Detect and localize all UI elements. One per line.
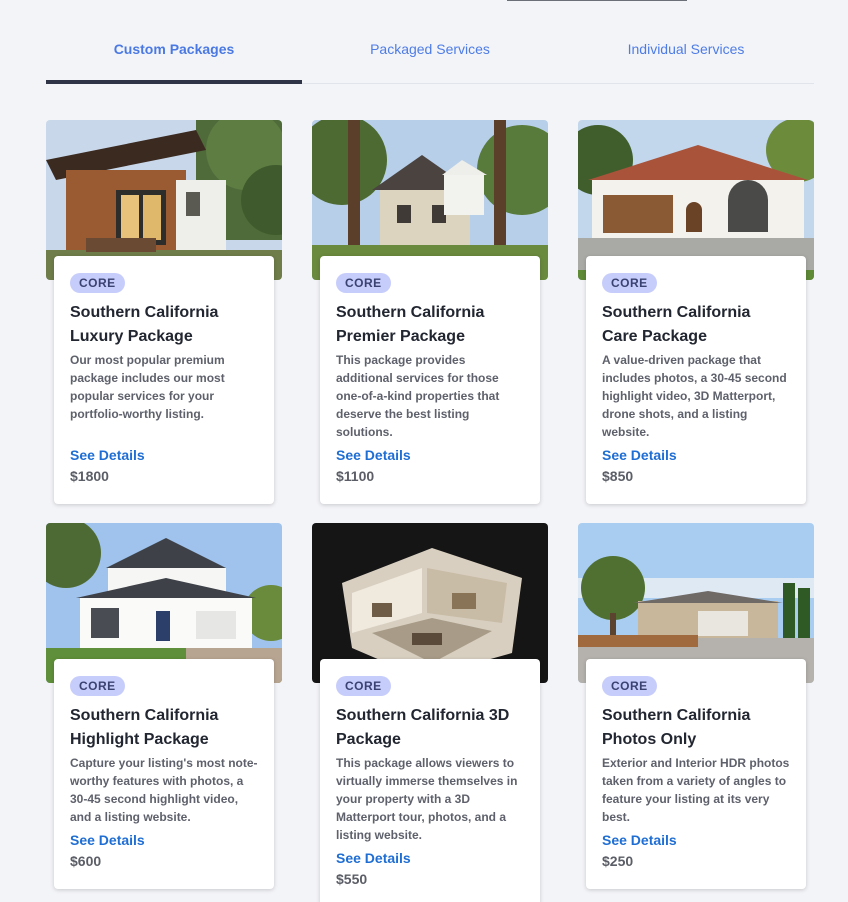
package-title: Southern California 3D Package	[336, 707, 510, 748]
package-info-panel: CORE Southern California Premier Package…	[320, 256, 540, 504]
package-title: Southern California Luxury Package	[70, 304, 219, 345]
package-info-panel: CORE Southern California 3D Package This…	[320, 659, 540, 902]
core-badge: CORE	[336, 676, 391, 696]
see-details-link[interactable]: See Details	[336, 848, 411, 868]
package-price: $550	[336, 871, 368, 887]
package-description: Capture your listing's most note-worthy …	[70, 756, 258, 824]
package-description: A value-driven package that includes pho…	[602, 353, 787, 439]
tab-custom-packages[interactable]: Custom Packages	[46, 28, 302, 84]
package-info-panel: CORE Southern California Photos Only Ext…	[586, 659, 806, 889]
package-title: Southern California Premier Package	[336, 304, 485, 345]
package-description: Exterior and Interior HDR photos taken f…	[602, 756, 790, 824]
core-badge: CORE	[602, 676, 657, 696]
package-title: Southern California Care Package	[602, 304, 751, 345]
see-details-link[interactable]: See Details	[70, 830, 145, 850]
see-details-link[interactable]: See Details	[336, 445, 411, 465]
package-description: This package allows viewers to virtually…	[336, 756, 518, 842]
package-title: Southern California Highlight Package	[70, 707, 219, 748]
package-price: $850	[602, 468, 634, 484]
package-info-panel: CORE Southern California Highlight Packa…	[54, 659, 274, 889]
package-price: $250	[602, 853, 634, 869]
package-description: This package provides additional service…	[336, 353, 500, 439]
package-info-panel: CORE Southern California Luxury Package …	[54, 256, 274, 504]
tab-packaged-services[interactable]: Packaged Services	[302, 28, 558, 83]
core-badge: CORE	[602, 273, 657, 293]
package-tabs: Custom Packages Packaged Services Indivi…	[46, 28, 814, 84]
see-details-link[interactable]: See Details	[70, 445, 145, 465]
core-badge: CORE	[70, 676, 125, 696]
see-details-link[interactable]: See Details	[602, 445, 677, 465]
see-details-link[interactable]: See Details	[602, 830, 677, 850]
top-divider	[507, 0, 687, 1]
core-badge: CORE	[70, 273, 125, 293]
core-badge: CORE	[336, 273, 391, 293]
package-info-panel: CORE Southern California Care Package A …	[586, 256, 806, 504]
package-description: Our most popular premium package include…	[70, 353, 225, 421]
package-price: $1800	[70, 468, 109, 484]
package-title: Southern California Photos Only	[602, 707, 751, 748]
package-price: $1100	[336, 468, 375, 484]
package-price: $600	[70, 853, 102, 869]
tab-individual-services[interactable]: Individual Services	[558, 28, 814, 83]
